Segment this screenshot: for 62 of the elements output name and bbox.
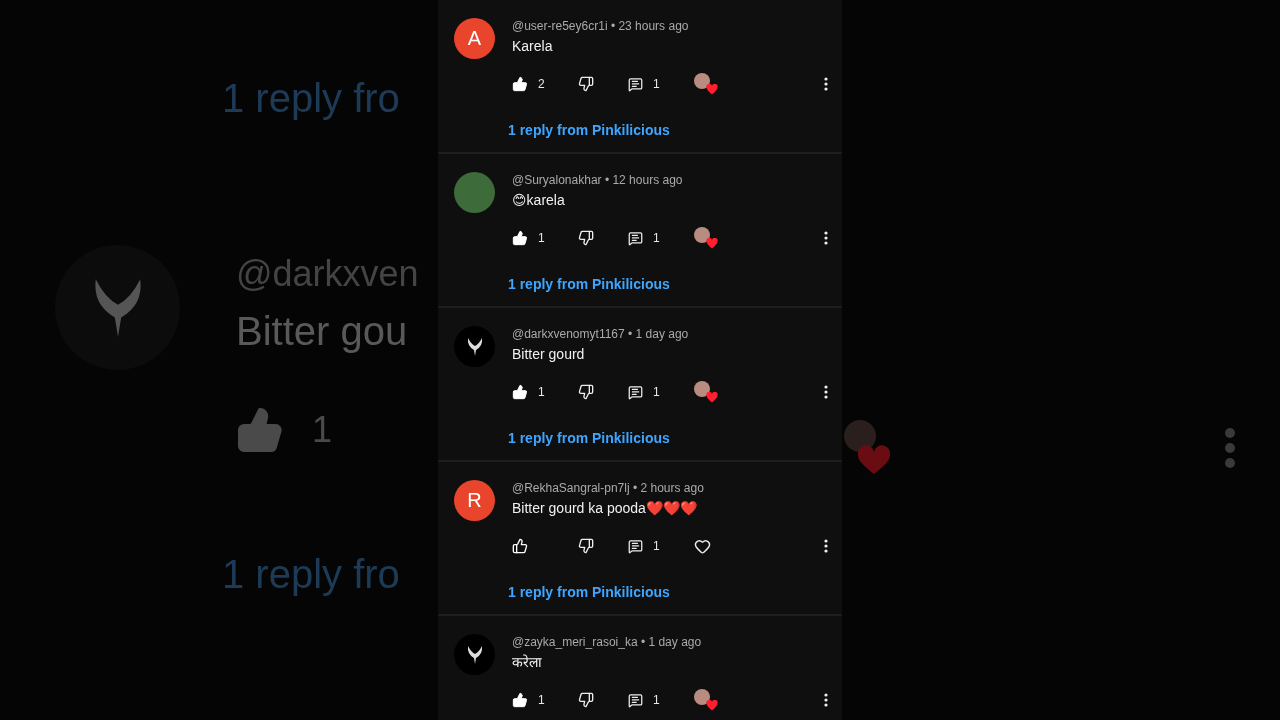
letter-avatar: A [454, 18, 495, 59]
more-icon [824, 77, 828, 91]
comment-meta: @RekhaSangral-pn7lj • 2 hours ago [512, 480, 705, 496]
more-icon [824, 693, 828, 707]
comment-meta: @darkxvenomyt1167 • 1 day ago [512, 326, 690, 342]
thumbs-down-icon [578, 538, 594, 554]
backdrop-thumbs-up-icon [236, 406, 284, 454]
comment-icon [628, 692, 643, 708]
thumbs-up-icon [512, 692, 528, 708]
replies-link[interactable]: 1 reply from Pinkilicious [508, 276, 670, 292]
comment-text: Bitter gourd [512, 345, 586, 364]
heart-icon[interactable] [694, 537, 711, 555]
more-icon [824, 539, 828, 553]
more-options-button[interactable] [824, 385, 828, 399]
comment-icon [628, 538, 643, 554]
comment-text: Bitter gourd ka pooda❤❤❤ [512, 499, 698, 518]
backdrop-reply-text: 1 reply fro [222, 552, 401, 597]
backdrop-reply-text: 1 reply fro [222, 76, 401, 121]
reply-button[interactable]: 1 [628, 230, 694, 246]
comment-icon [628, 76, 643, 92]
avatar-photo [454, 172, 495, 213]
comment-icon [628, 384, 643, 400]
logo-avatar [454, 326, 495, 367]
thumbs-up-icon [512, 538, 528, 554]
comment-text: Karela [512, 37, 554, 56]
like-button[interactable]: 2 [512, 76, 578, 92]
backdrop-comment-text: Bitter gou [236, 309, 409, 354]
letter-avatar: R [454, 480, 495, 521]
backdrop-more-icon [1225, 428, 1235, 468]
comment-text: करेला [512, 653, 543, 672]
like-button[interactable]: 1 [512, 692, 578, 708]
comment-icon [628, 230, 643, 246]
replies-link[interactable]: 1 reply from Pinkilicious [508, 584, 670, 600]
more-icon [824, 231, 828, 245]
more-options-button[interactable] [824, 77, 828, 91]
thumbs-down-icon [578, 692, 594, 708]
comment-meta: @Suryalonakhar • 12 hours ago [512, 172, 684, 188]
thumbs-up-icon [512, 384, 528, 400]
thumbs-up-icon [512, 76, 528, 92]
replies-link[interactable]: 1 reply from Pinkilicious [508, 430, 670, 446]
more-icon [824, 385, 828, 399]
backdrop-heart-icon [844, 420, 890, 476]
thumbs-down-icon [578, 76, 594, 92]
comment-text: 😊karela [512, 191, 566, 210]
more-options-button[interactable] [824, 693, 828, 707]
thumbs-down-icon [578, 230, 594, 246]
reply-button[interactable]: 1 [628, 538, 694, 554]
reply-button[interactable]: 1 [628, 692, 694, 708]
like-button[interactable]: 1 [512, 384, 578, 400]
reply-button[interactable]: 1 [628, 76, 694, 92]
more-options-button[interactable] [824, 539, 828, 553]
more-options-button[interactable] [824, 231, 828, 245]
thumbs-down-icon [578, 384, 594, 400]
replies-link[interactable]: 1 reply from Pinkilicious [508, 122, 670, 138]
like-button[interactable]: 1 [512, 230, 578, 246]
thumbs-up-icon [512, 230, 528, 246]
comment-meta: @zayka_meri_rasoi_ka • 1 day ago [512, 634, 703, 650]
logo-avatar [454, 634, 495, 675]
comment-meta: @user-re5ey6cr1i • 23 hours ago [512, 18, 690, 34]
backdrop-like-count: 1 [312, 409, 333, 451]
reply-button[interactable]: 1 [628, 384, 694, 400]
backdrop-handle: @darkxven [236, 253, 419, 295]
